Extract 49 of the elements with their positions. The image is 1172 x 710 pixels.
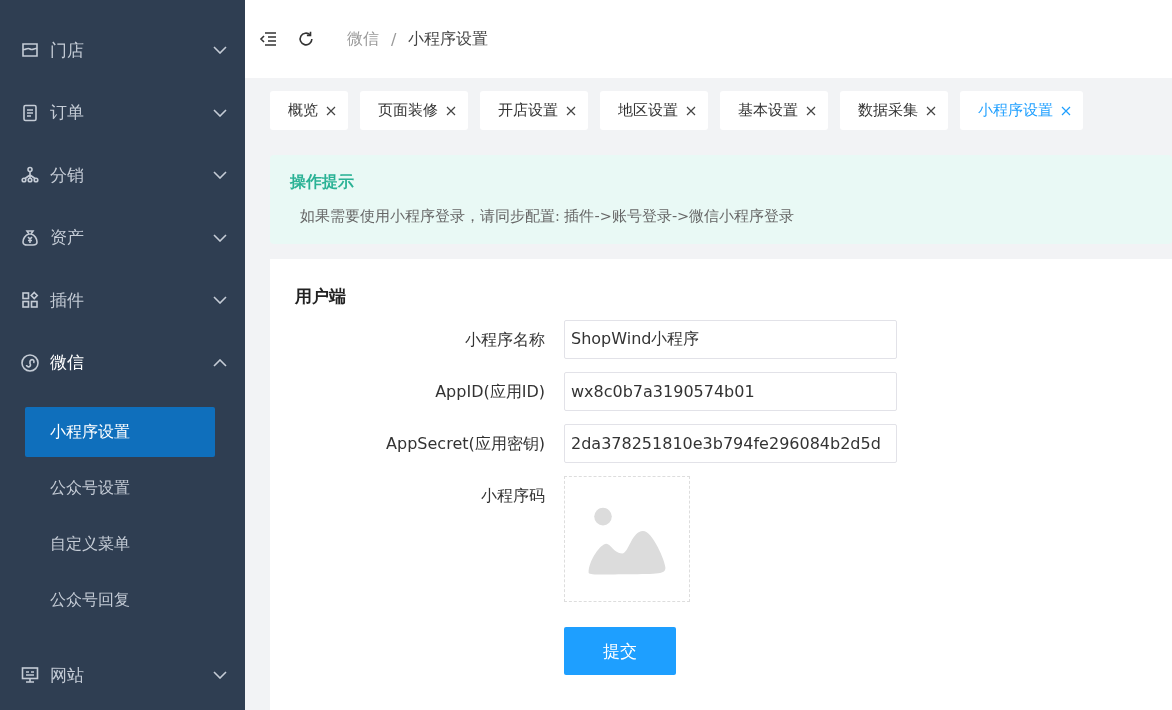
menu-item[interactable]: 资产 [0, 206, 245, 269]
menu-item[interactable]: 订单 [0, 81, 245, 144]
menu-item[interactable]: 微信 [0, 331, 245, 394]
tab-label[interactable]: 数据采集 [858, 101, 918, 120]
section-title: 用户端 [295, 285, 347, 308]
menu-item[interactable]: 网站 [0, 644, 245, 707]
link-circle-icon [20, 352, 40, 373]
submenu-item[interactable]: 公众号设置 [25, 463, 215, 513]
menu-item[interactable]: 分销 [0, 144, 245, 207]
tab-label[interactable]: 基本设置 [738, 101, 798, 120]
money-bag-icon [20, 227, 40, 248]
field-label: AppSecret(应用密钥) [385, 433, 546, 455]
monitor-icon [20, 665, 40, 686]
field-label: 小程序名称 [464, 329, 546, 351]
close-icon[interactable] [926, 105, 936, 116]
tab-label[interactable]: 页面装修 [378, 101, 438, 120]
menu-item[interactable]: 门店 [0, 19, 245, 82]
menu-item[interactable]: 插件 [0, 269, 245, 332]
tip-title: 操作提示 [290, 172, 355, 193]
tip-text: 如果需要使用小程序登录，请同步配置: 插件->账号登录->微信小程序登录 [299, 207, 796, 226]
submenu-item[interactable]: 自定义菜单 [25, 519, 215, 569]
close-icon[interactable] [446, 105, 456, 116]
tab[interactable]: 页面装修 [360, 91, 468, 130]
input-field[interactable]: wx8c0b7a3190574b01 [564, 372, 897, 411]
tab[interactable]: 开店设置 [480, 91, 588, 130]
tab-label[interactable]: 开店设置 [498, 101, 558, 120]
field-label: 小程序码 [480, 485, 546, 507]
tab[interactable]: 地区设置 [600, 91, 708, 130]
submenu-item[interactable]: 公众号回复 [25, 575, 215, 625]
tab[interactable]: 数据采集 [840, 91, 948, 130]
close-icon[interactable] [566, 105, 576, 116]
collapse-menu-icon[interactable] [259, 30, 277, 48]
close-icon[interactable] [326, 105, 336, 116]
refresh-icon[interactable] [297, 30, 315, 48]
tab-label[interactable]: 概览 [288, 101, 318, 120]
breadcrumb-item: 小程序设置 [408, 28, 489, 50]
submenu-item[interactable]: 小程序设置 [25, 407, 215, 457]
tab[interactable]: 概览 [270, 91, 348, 130]
close-icon[interactable] [806, 105, 816, 116]
input-field[interactable]: ShopWind小程序 [564, 320, 897, 359]
tab[interactable]: 基本设置 [720, 91, 828, 130]
tab-label[interactable]: 地区设置 [618, 101, 678, 120]
hierarchy-icon [20, 165, 40, 186]
field-label: AppID(应用ID) [434, 381, 546, 403]
close-icon[interactable] [686, 105, 696, 116]
breadcrumb-separator: / [391, 29, 397, 49]
input-field[interactable]: 2da378251810e3b794fe296084b2d5d [564, 424, 897, 463]
grid-icon [20, 290, 40, 311]
document-icon [20, 102, 40, 123]
